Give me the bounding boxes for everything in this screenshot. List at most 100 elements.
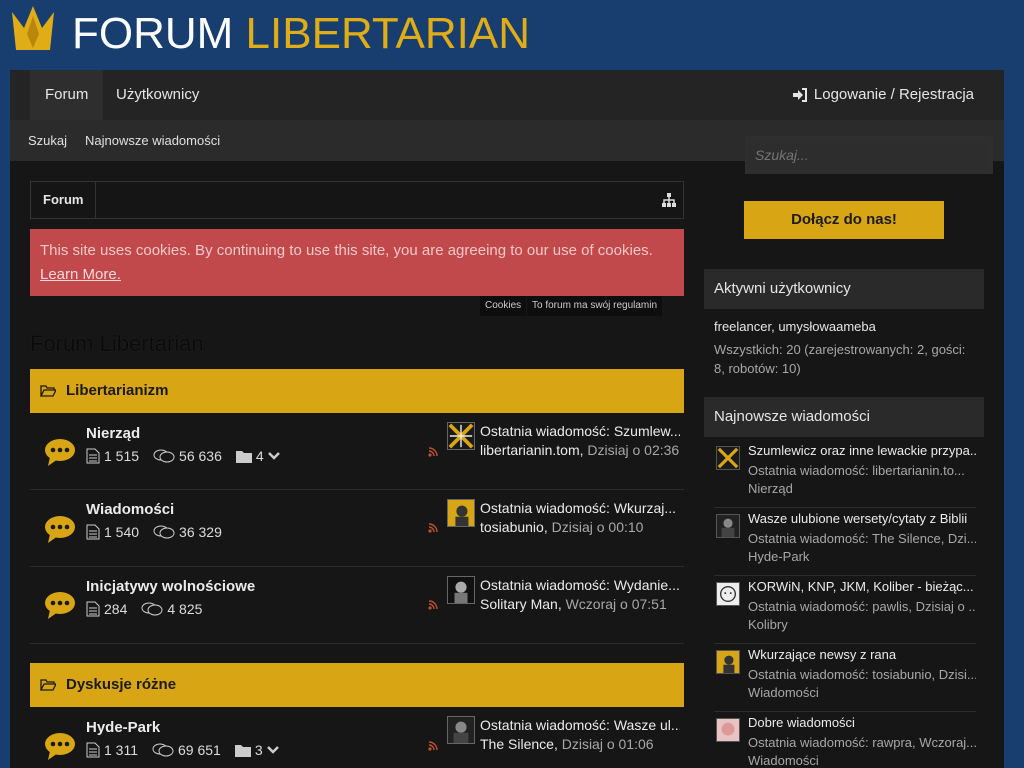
last-post-meta: The Silence, Dzisiaj o 01:06 (480, 736, 654, 752)
user-avatar[interactable] (716, 718, 740, 742)
user-avatar[interactable] (447, 716, 475, 744)
latest-post-title-link[interactable]: KORWiN, KNP, JKM, Koliber - bieżąc... (748, 579, 976, 594)
latest-post-item: Dobre wiadomości Ostatnia wiadomość: raw… (714, 712, 976, 768)
messages-icon (152, 743, 174, 757)
category-header[interactable]: Dyskusje różne (30, 663, 684, 707)
last-post-user[interactable]: libertarianin.tom (480, 442, 580, 458)
latest-post-title-link[interactable]: Dobre wiadomości (748, 715, 976, 730)
nav-tab-forum[interactable]: Forum (30, 70, 104, 120)
cookie-learn-more-link[interactable]: Learn More. (40, 263, 674, 287)
tooltip-cookies[interactable]: Cookies (480, 296, 527, 316)
breadcrumb-forum[interactable]: Forum (31, 182, 97, 218)
main-nav: Forum Użytkownicy Logowanie / Rejestracj… (10, 70, 1004, 120)
last-post-date[interactable]: Wczoraj o 07:51 (566, 596, 667, 612)
last-post-date[interactable]: Dzisiaj o 01:06 (562, 736, 654, 752)
latest-posts-heading[interactable]: Najnowsze wiadomości (704, 397, 984, 437)
messages-icon (153, 525, 175, 539)
latest-post-item: Wasze ulubione wersety/cytaty z Biblii O… (714, 508, 976, 576)
forum-node: Inicjatywy wolnościowe 284 4 825 Ostatni… (30, 567, 684, 644)
subnav-search[interactable]: Szukaj (28, 120, 67, 161)
user-avatar[interactable] (716, 514, 740, 538)
forum-node: Wiadomości 1 540 36 329 Ostatnia wiadomo… (30, 490, 684, 567)
chevron-down-icon[interactable] (267, 452, 280, 460)
page-title: Forum Libertarian (30, 331, 204, 356)
logo-word-libertarian: LIBERTARIAN (245, 9, 530, 58)
sign-in-icon (792, 88, 807, 102)
subforum-folder-icon (235, 450, 252, 463)
messages-count: 4 825 (167, 601, 203, 617)
last-post-user[interactable]: Solitary Man (480, 596, 558, 612)
rss-icon[interactable] (428, 741, 438, 751)
chevron-down-icon[interactable] (266, 746, 279, 754)
category-header[interactable]: Libertarianizm (30, 369, 684, 413)
rss-icon[interactable] (428, 600, 438, 610)
last-post-title-link[interactable]: Ostatnia wiadomość: Wkurzaj... (480, 500, 680, 516)
latest-post-forum-link[interactable]: Kolibry (748, 617, 788, 632)
user-avatar[interactable] (716, 446, 740, 470)
category-title: Dyskusje różne (66, 676, 177, 693)
last-post-user[interactable]: tosiabunio (480, 519, 544, 535)
latest-post-title-link[interactable]: Wkurzające newsy z rana (748, 647, 976, 662)
last-post-date[interactable]: Dzisiaj o 00:10 (552, 519, 644, 535)
crown-logo-icon[interactable] (10, 4, 56, 52)
threads-count: 1 540 (104, 524, 140, 540)
user-avatar[interactable] (447, 499, 475, 527)
chat-bubble-icon (45, 516, 75, 543)
login-register-link[interactable]: Logowanie / Rejestracja (792, 70, 974, 120)
node-title-link[interactable]: Wiadomości (86, 501, 174, 518)
join-button[interactable]: Dołącz do nas! (744, 201, 944, 239)
messages-count: 69 651 (178, 742, 221, 758)
latest-post-forum-link[interactable]: Wiadomości (748, 753, 819, 768)
forum-node: Nierząd 1 515 56 636 4 Ostatnia wiadomoś… (30, 413, 684, 490)
latest-post-title-link[interactable]: Wasze ulubione wersety/cytaty z Biblii (748, 511, 976, 526)
last-post-date[interactable]: Dzisiaj o 02:36 (587, 442, 679, 458)
tooltip-rules[interactable]: To forum ma swój regulamin (527, 296, 663, 316)
latest-post-meta[interactable]: Ostatnia wiadomość: pawlis, Dzisiaj o ..… (748, 599, 976, 614)
logo-word-forum: FORUM (72, 9, 234, 58)
breadcrumb: Forum (30, 181, 684, 219)
user-avatar[interactable] (716, 650, 740, 674)
latest-post-item: KORWiN, KNP, JKM, Koliber - bieżąc... Os… (714, 576, 976, 644)
subforums-count: 4 (255, 448, 264, 464)
last-post-title-link[interactable]: Ostatnia wiadomość: Wydanie... (480, 577, 680, 593)
node-title-link[interactable]: Inicjatywy wolnościowe (86, 578, 255, 595)
node-stats: 1 311 69 651 3 (86, 742, 279, 758)
forum-node: Hyde-Park 1 311 69 651 3 Ostatnia wiadom… (30, 707, 684, 768)
nav-tab-users[interactable]: Użytkownicy (101, 70, 214, 120)
last-post-meta: tosiabunio, Dzisiaj o 00:10 (480, 519, 644, 535)
latest-post-meta[interactable]: Ostatnia wiadomość: libertarianin.to... (748, 463, 976, 478)
last-post-title-link[interactable]: Ostatnia wiadomość: Szumlew... (480, 423, 680, 439)
last-post-user[interactable]: The Silence (480, 736, 554, 752)
last-post-title-link[interactable]: Ostatnia wiadomość: Wasze ul... (480, 717, 680, 733)
latest-post-title-link[interactable]: Szumlewicz oraz inne lewackie przypa... (748, 443, 976, 458)
user-avatar[interactable] (447, 576, 475, 604)
online-stats: Wszystkich: 20 (zarejestrowanych: 2, goś… (714, 342, 966, 376)
latest-post-forum-link[interactable]: Hyde-Park (748, 549, 809, 564)
rss-icon[interactable] (428, 447, 438, 457)
rss-icon[interactable] (428, 523, 438, 533)
cookie-text: This site uses cookies. By continuing to… (40, 242, 653, 259)
latest-post-meta[interactable]: Ostatnia wiadomość: The Silence, Dzi... (748, 531, 976, 546)
messages-count: 56 636 (179, 448, 222, 464)
latest-post-meta[interactable]: Ostatnia wiadomość: tosiabunio, Dzisi... (748, 667, 976, 682)
online-users-heading[interactable]: Aktywni użytkownicy (704, 269, 984, 309)
messages-icon (153, 449, 175, 463)
node-title-link[interactable]: Hyde-Park (86, 719, 160, 736)
user-avatar[interactable] (447, 422, 475, 450)
page-wrapper: Forum Użytkownicy Logowanie / Rejestracj… (10, 70, 1004, 768)
latest-post-meta[interactable]: Ostatnia wiadomość: rawpra, Wczoraj... (748, 735, 976, 750)
subnav-latest[interactable]: Najnowsze wiadomości (85, 120, 220, 161)
user-avatar[interactable] (716, 582, 740, 606)
search-input[interactable] (749, 140, 989, 170)
category-title: Libertarianizm (66, 382, 169, 399)
folder-open-icon (40, 679, 56, 691)
site-logo[interactable]: FORUM LIBERTARIAN (72, 8, 530, 60)
sitemap-icon[interactable] (661, 192, 677, 208)
online-users-list[interactable]: freelancer, umysłowaameba (714, 319, 876, 334)
node-title-link[interactable]: Nierząd (86, 425, 140, 442)
latest-post-forum-link[interactable]: Wiadomości (748, 685, 819, 700)
threads-count: 1 515 (104, 448, 140, 464)
cookie-notice: This site uses cookies. By continuing to… (30, 229, 684, 296)
latest-post-forum-link[interactable]: Nierząd (748, 481, 793, 496)
node-stats: 284 4 825 (86, 601, 202, 617)
